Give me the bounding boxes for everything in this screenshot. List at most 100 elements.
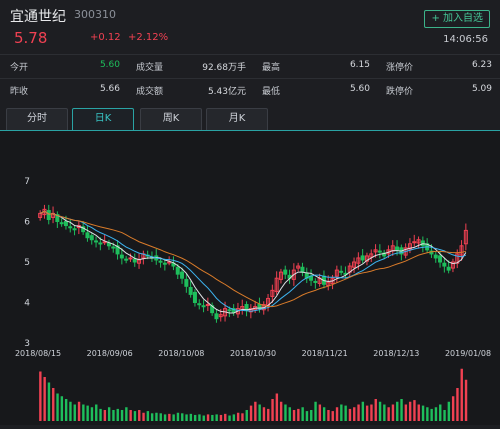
volume-bar [331, 411, 334, 421]
x-tick-label: 2018/11/21 [302, 349, 348, 358]
candle-body [111, 246, 116, 249]
candle-body [438, 255, 443, 263]
candle-body [63, 221, 68, 227]
volume-bar [39, 371, 42, 421]
volume-bar [245, 410, 248, 421]
volume-bar [284, 404, 287, 421]
volume-bar [340, 404, 343, 421]
volume-bar [107, 407, 111, 421]
candle-body [192, 291, 197, 303]
volume-bar [47, 382, 51, 421]
volume-bar [447, 401, 451, 421]
candle-body [377, 250, 382, 253]
limit-down-value: 5.09 [471, 84, 492, 94]
candle-body [132, 258, 137, 263]
quote-stats: 今开 5.60 成交量 92.68万手 最高 6.15 涨停价 6.23 昨收 … [0, 52, 500, 100]
volume-bar [159, 413, 162, 421]
price-change-percent: +2.12% [128, 32, 169, 43]
x-tick-label: 2018/10/08 [158, 349, 204, 358]
volume-bar [146, 411, 150, 421]
limit-down-label: 跌停价 [386, 87, 414, 97]
candle-body [167, 261, 172, 264]
candle-body [68, 226, 73, 229]
candle-body [72, 228, 77, 231]
volume-bar [77, 401, 81, 421]
candle-body [59, 222, 64, 225]
y-tick-label: 7 [24, 177, 30, 187]
volume-bar [378, 401, 382, 421]
prev-close-label: 昨收 [10, 87, 29, 97]
add-to-watchlist-button[interactable]: + 加入自选 [424, 10, 490, 28]
x-tick-label: 2018/08/15 [15, 349, 61, 358]
tab-monthly-k[interactable]: 月K [206, 108, 268, 130]
volume-bar [60, 396, 64, 421]
volume-bar [249, 405, 253, 421]
candle-body [339, 270, 344, 273]
y-tick-label: 3 [24, 339, 30, 349]
candle-body [46, 210, 51, 220]
volume-bar [181, 413, 184, 421]
volume-bar [202, 415, 205, 421]
tab-intraday[interactable]: 分时 [6, 108, 68, 130]
candle-body [184, 278, 189, 287]
candle-body [360, 255, 365, 261]
volume-bar [86, 405, 89, 421]
volume-bar [185, 414, 188, 421]
candle-body [201, 305, 206, 308]
volume-bar [43, 377, 46, 421]
stock-name: 宜通世纪 [10, 9, 66, 25]
volume-bar [142, 412, 145, 421]
candle-body [300, 266, 305, 273]
low-value: 5.60 [349, 84, 370, 94]
tab-weekly-k[interactable]: 周K [140, 108, 202, 130]
volume-bar [271, 399, 274, 421]
candle-body [128, 257, 133, 260]
candle-body [412, 241, 417, 244]
volume-bar [120, 410, 124, 421]
candle-body [395, 246, 400, 251]
volume-bar [82, 404, 85, 421]
volume-bar [301, 407, 304, 421]
candle-body [205, 304, 210, 307]
volume-bar [292, 410, 296, 421]
volume-bar [365, 405, 369, 421]
volume-bar [430, 408, 433, 421]
volume-bar [460, 368, 463, 421]
volume-value: 92.68万手 [202, 63, 246, 73]
volume-bar [138, 410, 141, 421]
stats-row-1: 今开 5.60 成交量 92.68万手 最高 6.15 涨停价 6.23 [0, 54, 500, 77]
volume-bar [314, 401, 317, 421]
candle-body [197, 303, 202, 306]
candle-body [124, 258, 129, 261]
x-tick-label: 2018/10/30 [230, 349, 276, 358]
kline-chart[interactable]: 7 6 5 4 3 2018/08/15 2018/09/06 2018/10/08 2018/… [0, 130, 500, 425]
volume-bar [374, 399, 377, 421]
candle-body [227, 309, 232, 312]
volume-bar [408, 401, 412, 421]
volume-bar [417, 404, 420, 421]
x-tick-label: 2019/01/08 [445, 349, 491, 358]
limit-up-label: 涨停价 [386, 63, 414, 73]
volume-bar [254, 401, 257, 421]
current-price: 5.78 [14, 29, 48, 47]
stats-row-2: 昨收 5.66 成交额 5.43亿元 最低 5.60 跌停价 5.09 [0, 78, 500, 101]
high-label: 最高 [262, 63, 281, 73]
volume-bar [236, 412, 240, 421]
volume-bar [353, 407, 356, 421]
volume-bar [327, 410, 330, 421]
volume-bar [52, 388, 55, 421]
volume-bar [103, 410, 107, 421]
volume-bar [150, 413, 154, 421]
volume-bar [155, 412, 158, 421]
tab-daily-k[interactable]: 日K [72, 108, 134, 130]
volume-bar [189, 413, 193, 421]
volume-bar [335, 407, 339, 421]
quote-header: 宜通世纪 300310 + 加入自选 5.78 +0.12 +2.12% 14:… [0, 0, 500, 50]
limit-up-value: 6.23 [471, 60, 492, 70]
candle-body [313, 280, 318, 283]
open-value: 5.60 [99, 60, 120, 70]
volume-bar [383, 404, 386, 421]
candle-body [283, 269, 288, 275]
volume-bar [232, 414, 236, 421]
price-change: +0.12 [90, 32, 121, 43]
